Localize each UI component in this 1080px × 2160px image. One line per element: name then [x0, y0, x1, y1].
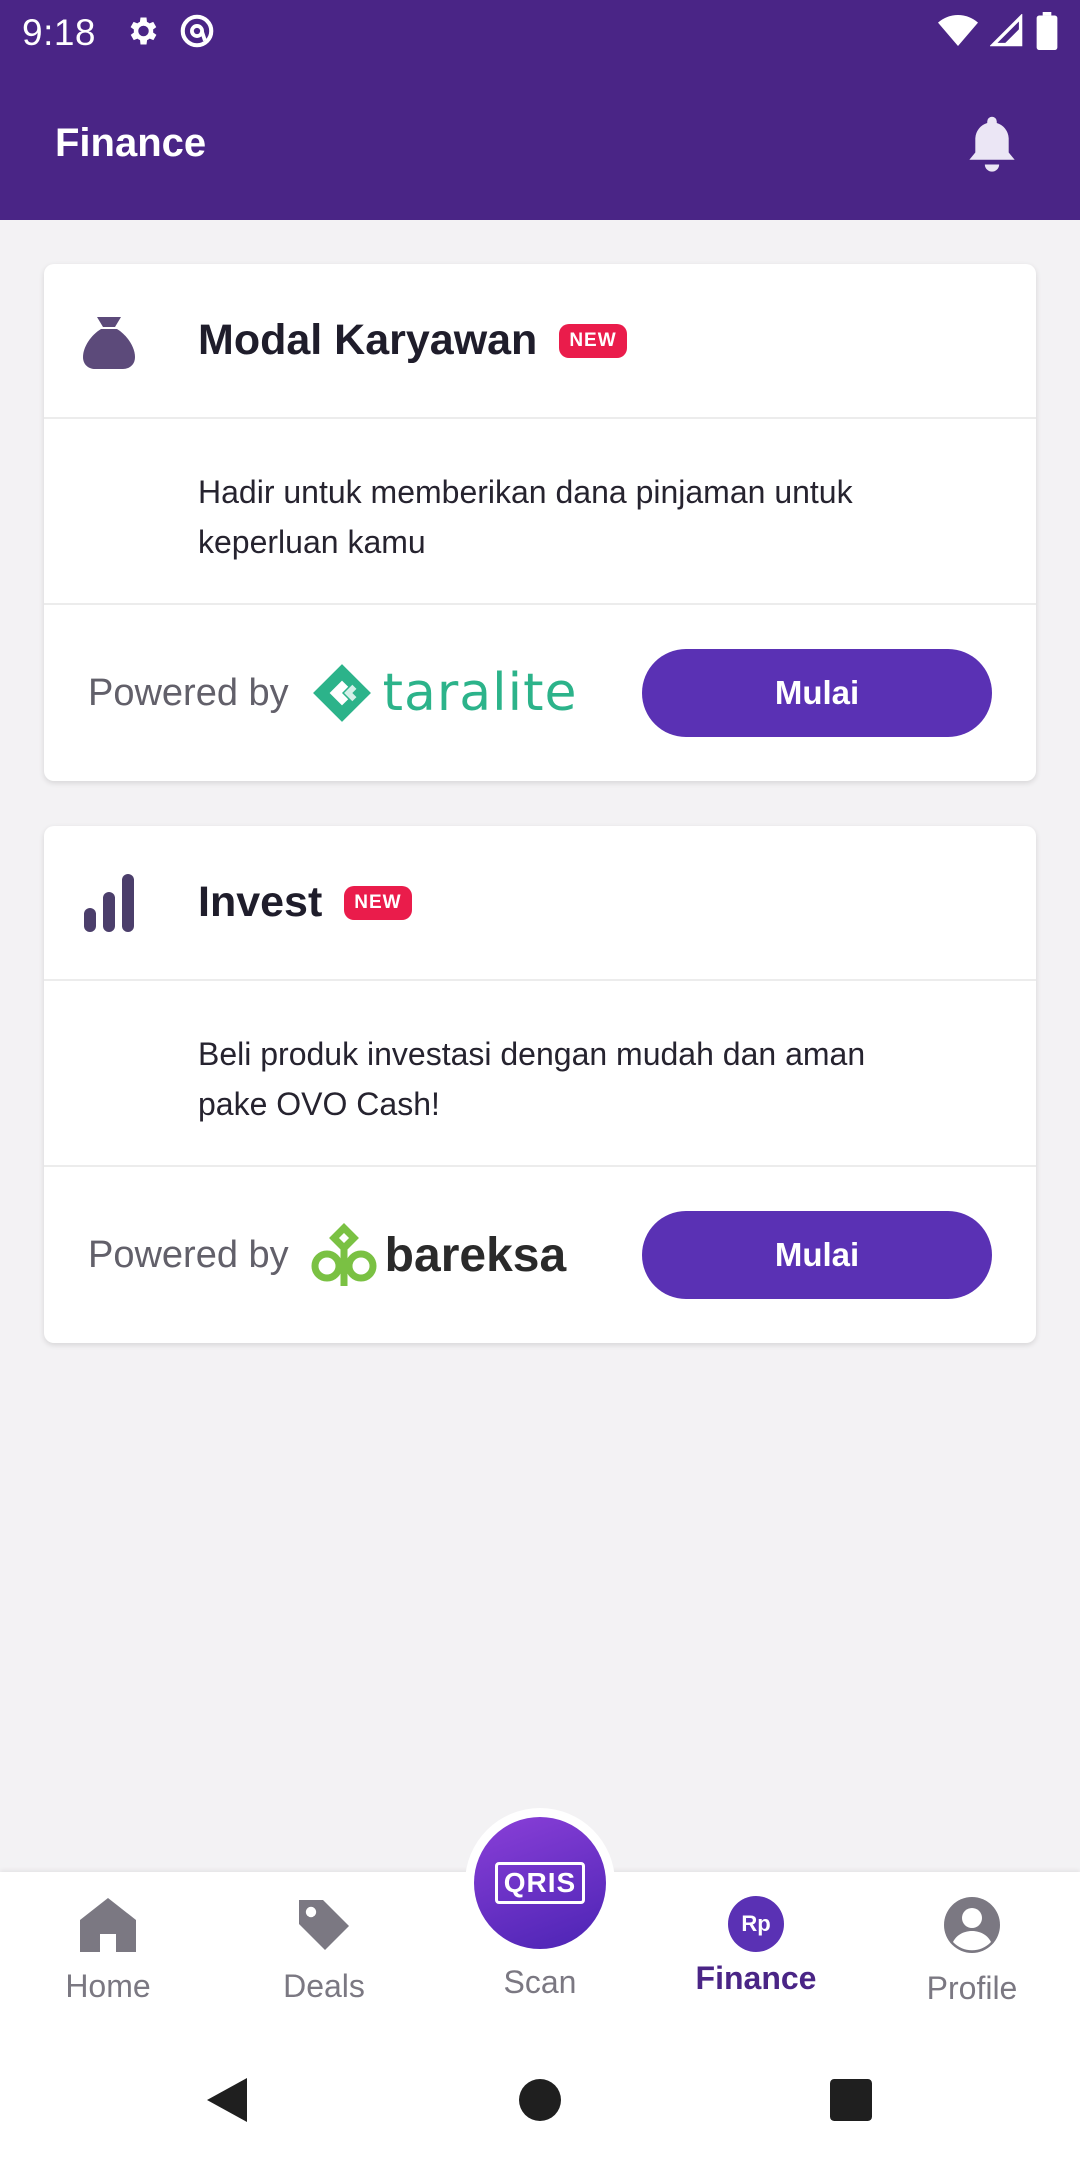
- nav-profile[interactable]: Profile: [864, 1896, 1080, 2007]
- card-header: Modal Karyawan NEW: [44, 264, 1036, 419]
- bell-icon[interactable]: [959, 110, 1025, 176]
- card-description: Hadir untuk memberikan dana pinjaman unt…: [44, 419, 1036, 605]
- bareksa-logo: bareksa: [311, 1222, 566, 1288]
- scan-button-container: QRIS: [465, 1808, 615, 1958]
- nav-deals[interactable]: Deals: [216, 1896, 432, 2005]
- mulai-button[interactable]: Mulai: [642, 1211, 992, 1299]
- card-description: Beli produk investasi dengan mudah dan a…: [44, 981, 1036, 1167]
- modal-karyawan-card: Modal Karyawan NEW Hadir untuk memberika…: [44, 264, 1036, 781]
- card-title: Modal Karyawan: [198, 316, 538, 364]
- gear-icon: [124, 13, 160, 54]
- wifi-icon: [938, 14, 978, 53]
- new-badge: NEW: [559, 323, 627, 358]
- finance-screen: 9:18 Finance Modal Karyawan NEW Hadir un…: [0, 0, 1080, 2160]
- home-icon: [78, 1896, 138, 1960]
- recents-icon[interactable]: [821, 2070, 881, 2130]
- money-bag-icon: [54, 313, 164, 369]
- signal-icon: [989, 12, 1024, 53]
- taralite-logo: taralite: [311, 662, 578, 724]
- nav-label-scan: Scan: [503, 1964, 577, 2000]
- system-nav-bar: [0, 2040, 1080, 2160]
- rp-icon: Rp: [728, 1896, 784, 1952]
- card-footer: Powered by taralite Mulai: [44, 605, 1036, 781]
- page-title: Finance: [55, 120, 207, 165]
- status-time: 9:18: [22, 12, 97, 53]
- scan-button[interactable]: QRIS: [474, 1817, 606, 1949]
- card-title: Invest: [198, 878, 323, 926]
- nav-label: Finance: [695, 1960, 817, 1996]
- tag-icon: [295, 1896, 353, 1960]
- status-bar: 9:18: [0, 0, 1080, 66]
- mulai-button[interactable]: Mulai: [642, 649, 992, 737]
- new-badge: NEW: [344, 885, 412, 920]
- partner-name: taralite: [382, 663, 578, 723]
- nav-label: Profile: [926, 1970, 1018, 2006]
- user-icon: [943, 1896, 1001, 1962]
- back-icon[interactable]: [196, 2070, 256, 2130]
- home-circle-icon[interactable]: [510, 2070, 570, 2130]
- battery-icon: [1036, 11, 1058, 55]
- nav-home[interactable]: Home: [0, 1896, 216, 2005]
- qris-icon: QRIS: [494, 1862, 586, 1904]
- card-footer: Powered by bareksa Mulai: [44, 1167, 1036, 1343]
- app-bar: Finance: [0, 66, 1080, 220]
- circle-a-icon: [178, 12, 216, 55]
- powered-by-label: Powered by: [88, 1233, 289, 1276]
- card-header: Invest NEW: [44, 826, 1036, 981]
- nav-finance[interactable]: Rp Finance: [648, 1896, 864, 1997]
- powered-by-label: Powered by: [88, 671, 289, 714]
- nav-label: Deals: [283, 1968, 365, 2004]
- invest-card: Invest NEW Beli produk investasi dengan …: [44, 826, 1036, 1343]
- bar-chart-icon: [54, 873, 164, 932]
- partner-name: bareksa: [384, 1228, 567, 1282]
- nav-label: Home: [65, 1968, 151, 2004]
